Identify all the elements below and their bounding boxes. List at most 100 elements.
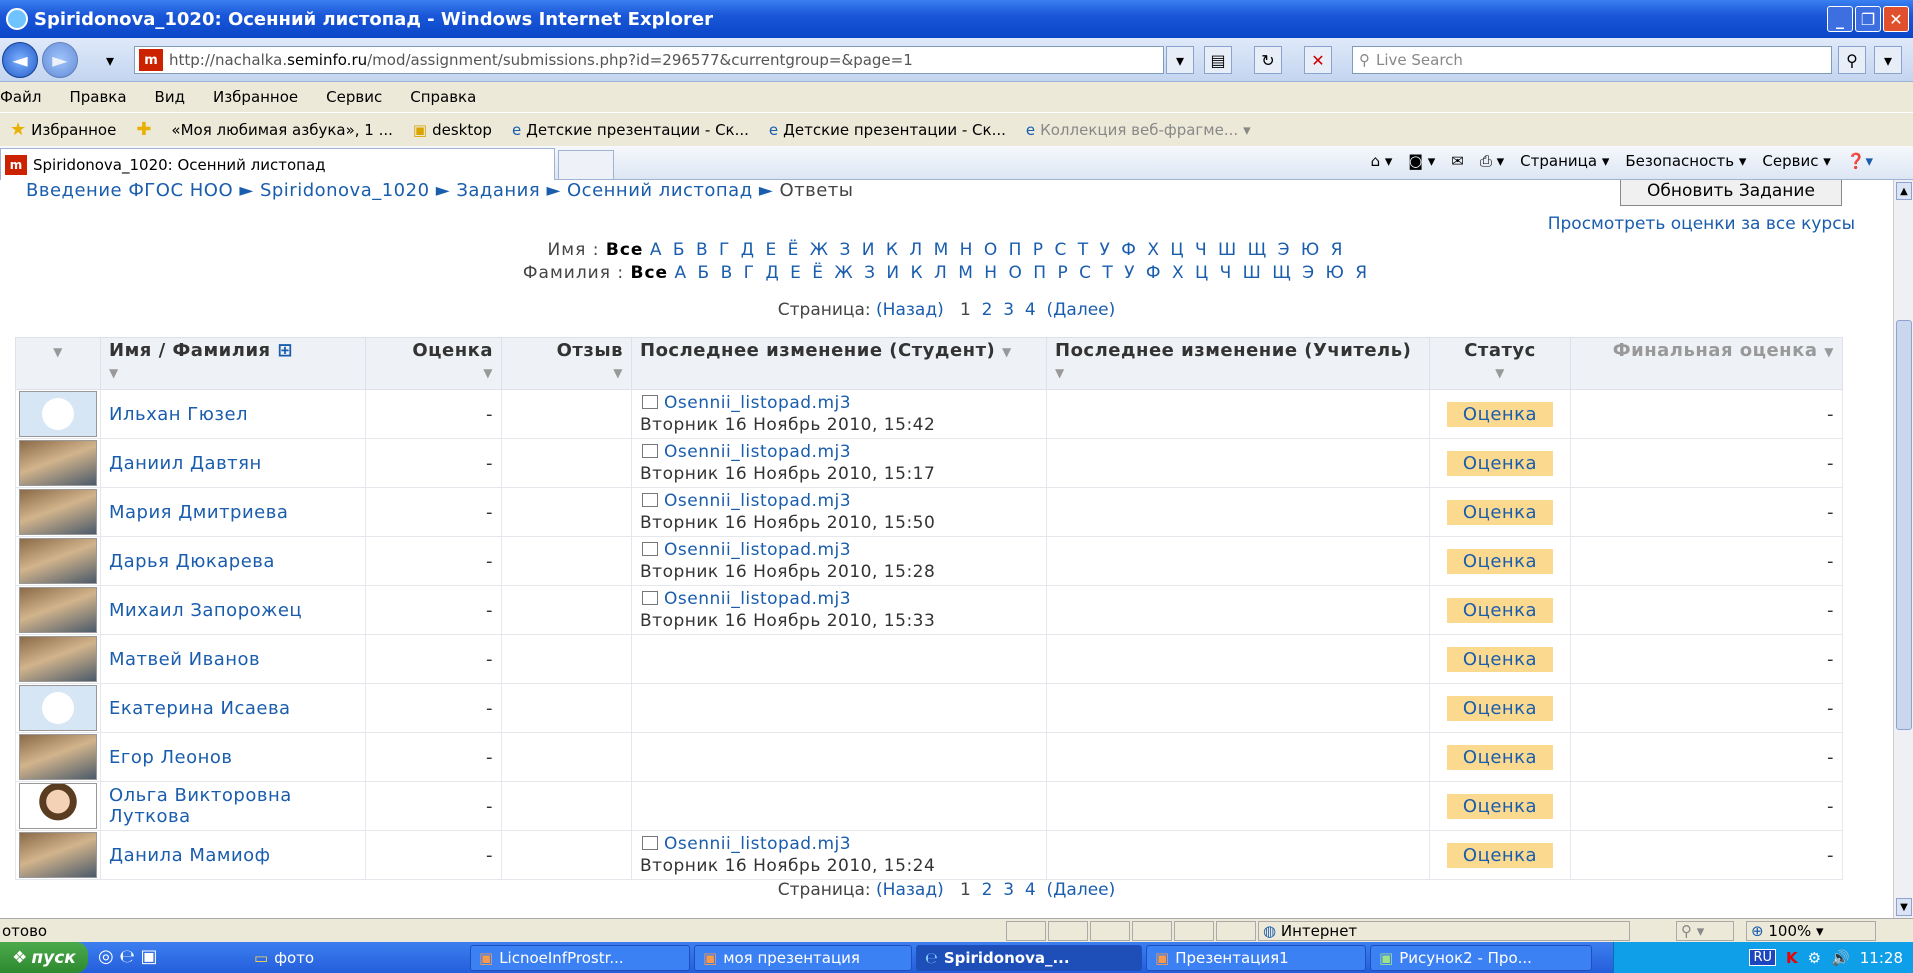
breadcrumb-assignments[interactable]: Задания [456,180,540,201]
grade-status-button[interactable]: Оценка [1446,793,1554,819]
firstname-all-link[interactable]: Все [606,240,644,260]
pager-page-3[interactable]: 3 [1003,880,1014,900]
avatar[interactable] [19,440,97,486]
scroll-up-icon[interactable]: ▲ [1896,182,1912,200]
lastname-all-link[interactable]: Все [631,263,669,283]
submission-file-link[interactable]: Osennii_listopad.mj3 [664,442,851,462]
quicklaunch-icons[interactable]: ◎ ℮ ▣ [98,946,158,967]
avatar[interactable] [19,538,97,584]
submission-file-link[interactable]: Osennii_listopad.mj3 [664,834,851,854]
pager-page-4[interactable]: 4 [1025,880,1036,900]
search-go-icon[interactable]: ⚲ [1838,46,1866,74]
network-icon[interactable]: ⚙ [1808,949,1821,967]
favorite-link-1[interactable]: «Моя любимая азбука», 1 ... [161,121,402,139]
header-select[interactable]: ▼ [15,337,101,390]
submission-file-link[interactable]: Osennii_listopad.mj3 [664,393,851,413]
favorite-link-2[interactable]: ▣ desktop [403,121,502,139]
print-icon[interactable]: ⎙ ▾ [1480,152,1504,170]
submission-file-link[interactable]: Osennii_listopad.mj3 [664,491,851,511]
student-name-link[interactable]: Даниил Давтян [100,438,366,488]
close-button[interactable]: ✕ [1883,6,1909,32]
update-assignment-button[interactable]: Обновить Задание [1620,180,1842,206]
grade-status-button[interactable]: Оценка [1446,744,1554,770]
avatar[interactable] [19,489,97,535]
student-name-link[interactable]: Егор Леонов [100,732,366,782]
menu-file[interactable]: Файл [0,88,55,106]
avatar[interactable] [19,587,97,633]
grade-status-button[interactable]: Оценка [1446,597,1554,623]
task-ie-window[interactable]: ℮ Spiridonova_... [916,945,1142,971]
forward-button[interactable]: ► [42,42,78,78]
task-paint[interactable]: ▣ Рисунок2 - Про... [1370,945,1592,971]
submission-file-link[interactable]: Osennii_listopad.mj3 [664,540,851,560]
menu-favorites[interactable]: Избранное [199,88,312,106]
pager-prev[interactable]: (Назад) [876,880,944,900]
tab-current[interactable]: m Spiridonova_1020: Осенний листопад [0,148,555,180]
menu-view[interactable]: Вид [141,88,199,106]
back-button[interactable]: ◄ [2,42,38,78]
lastname-letter-links[interactable]: А Б В Г Д Е Ё Ж З И К Л М Н О П Р С Т У … [675,263,1371,283]
grade-status-button[interactable]: Оценка [1446,695,1554,721]
grade-status-button[interactable]: Оценка [1446,499,1554,525]
avatar[interactable] [19,832,97,878]
header-final-grade[interactable]: Финальная оценка ▼ [1570,337,1843,390]
header-feedback[interactable]: Отзыв ▼ [501,337,632,390]
menu-tools[interactable]: Сервис [312,88,396,106]
protected-mode-icon[interactable]: ⚲ ▾ [1676,921,1734,941]
search-input[interactable]: ⚲ Live Search [1352,46,1832,74]
avatar[interactable] [19,636,97,682]
zoom-control[interactable]: ⊕ 100% ▾ [1746,921,1876,941]
grade-status-button[interactable]: Оценка [1446,842,1554,868]
menu-edit[interactable]: Правка [55,88,140,106]
add-favorite-icon[interactable]: ✚ [126,119,161,140]
new-tab-button[interactable] [558,150,614,180]
task-photo-folder[interactable]: ▭ фото [246,945,456,971]
avatar[interactable] [19,734,97,780]
student-name-link[interactable]: Мария Дмитриева [100,487,366,537]
pager-page-2[interactable]: 2 [982,300,993,320]
feeds-icon[interactable]: ◙ ▾ [1408,152,1435,170]
favorite-link-4[interactable]: e Детские презентации - Ск... [759,121,1016,139]
minimize-button[interactable]: _ [1827,6,1853,32]
header-student-modified[interactable]: Последнее изменение (Студент) ▼ [631,337,1047,390]
safety-menu[interactable]: Безопасность ▾ [1625,152,1746,170]
avatar[interactable] [19,391,97,437]
task-ppt-1[interactable]: ▣ LicnoeInfProstr... [470,945,690,971]
page-menu[interactable]: Страница ▾ [1520,152,1609,170]
pager-page-3[interactable]: 3 [1003,300,1014,320]
header-grade[interactable]: Оценка ▼ [365,337,502,390]
student-name-link[interactable]: Екатерина Исаева [100,683,366,733]
home-icon[interactable]: ⌂ ▾ [1371,152,1393,170]
header-teacher-modified[interactable]: Последнее изменение (Учитель) ▼ [1046,337,1430,390]
breadcrumb-group[interactable]: Spiridonova_1020 [260,180,430,201]
favorite-link-5[interactable]: e Коллекция веб-фрагме... ▾ [1016,121,1261,139]
header-status[interactable]: Статус ▼ [1429,337,1571,390]
refresh-icon[interactable]: ↻ [1254,46,1282,74]
student-name-link[interactable]: Ольга Викторовна Луткова [100,781,366,831]
favorites-button[interactable]: ★ Избранное [0,119,126,140]
history-dropdown-icon[interactable]: ▾ [96,46,124,74]
maximize-button[interactable]: ❐ [1855,6,1881,32]
compat-view-icon[interactable]: ▤ [1204,46,1232,74]
breadcrumb-assignment[interactable]: Осенний листопад [567,180,753,201]
grade-status-button[interactable]: Оценка [1446,450,1554,476]
search-options-icon[interactable]: ▾ [1874,46,1902,74]
pager-page-2[interactable]: 2 [982,880,993,900]
grade-status-button[interactable]: Оценка [1446,548,1554,574]
grade-status-button[interactable]: Оценка [1446,401,1554,427]
start-button[interactable]: ❖ пуск [0,942,88,973]
task-ppt-3[interactable]: ▣ Презентация1 [1146,945,1366,971]
stop-icon[interactable]: ✕ [1304,46,1332,74]
breadcrumb-course[interactable]: Введение ФГОС НОО [26,180,233,201]
header-name[interactable]: Имя / Фамилия ⊞ ▼ [100,337,366,390]
favorite-link-3[interactable]: e Детские презентации - Ск... [502,121,759,139]
all-grades-link[interactable]: Просмотреть оценки за все курсы [1548,214,1855,234]
scroll-thumb[interactable] [1896,320,1912,730]
avatar[interactable] [19,685,97,731]
menu-help[interactable]: Справка [396,88,490,106]
firstname-letter-links[interactable]: А Б В Г Д Е Ё Ж З И К Л М Н О П Р С Т У … [650,240,1346,260]
avatar[interactable] [19,783,97,829]
language-indicator[interactable]: RU [1749,949,1776,966]
grade-status-button[interactable]: Оценка [1446,646,1554,672]
tools-menu[interactable]: Сервис ▾ [1762,152,1830,170]
